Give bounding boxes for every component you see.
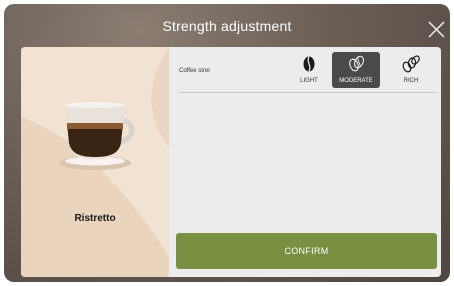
dialog-title: Strength adjustment: [162, 18, 292, 34]
divider: [179, 92, 436, 93]
dialog-panel: Ristretto Coffee strer LIGHT MODERATE RI…: [21, 47, 441, 277]
single-bean-icon: [303, 56, 315, 72]
drink-preview: Ristretto: [21, 47, 169, 277]
confirm-button[interactable]: CONFIRM: [176, 233, 437, 269]
strength-option-label: LIGHT: [300, 78, 318, 84]
triple-bean-icon: [402, 55, 420, 73]
strength-option-moderate[interactable]: MODERATE: [332, 52, 380, 88]
close-icon: [428, 21, 445, 38]
strength-option-label: RICH: [403, 78, 419, 84]
drink-name: Ristretto: [74, 213, 116, 224]
strength-label: Coffee strer: [179, 68, 211, 74]
strength-option-rich[interactable]: RICH: [387, 52, 435, 88]
coffee-cup-icon: [59, 102, 135, 170]
strength-option-label: MODERATE: [339, 78, 373, 84]
strength-option-light[interactable]: LIGHT: [285, 52, 333, 88]
close-button[interactable]: [424, 18, 448, 42]
double-bean-icon: [349, 55, 364, 72]
strength-settings: Coffee strer LIGHT MODERATE RICH CONFIRM: [169, 47, 441, 277]
